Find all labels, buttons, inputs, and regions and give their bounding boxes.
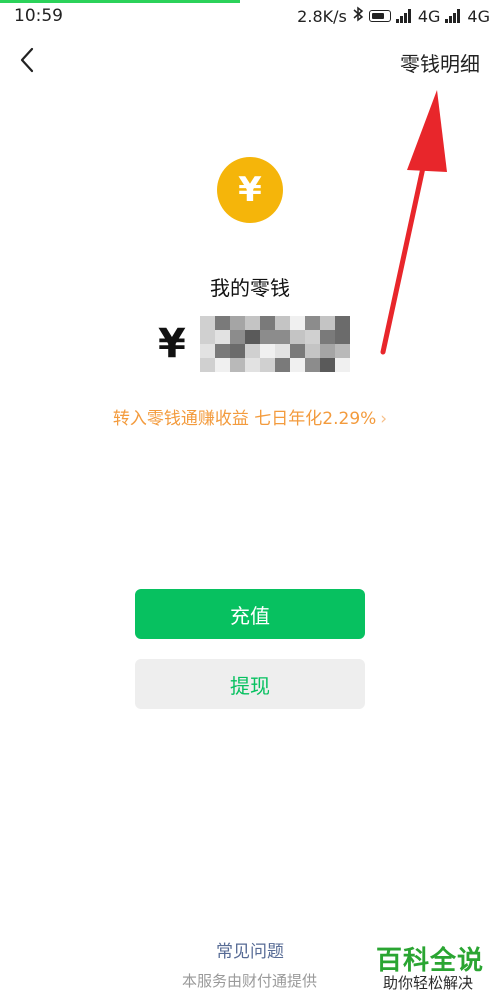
mosaic-cell: [304, 330, 320, 344]
pixelated-balance-value: [199, 316, 350, 372]
mosaic-cell: [334, 316, 350, 330]
signal-icon: [445, 9, 461, 23]
mosaic-cell: [274, 330, 290, 344]
change-pass-promo-link[interactable]: 转入零钱通赚收益 七日年化2.29% ›: [0, 404, 500, 429]
mosaic-cell: [199, 344, 215, 358]
network-speed: 2.8K/s: [297, 6, 347, 26]
annotation-arrow-icon: [380, 90, 447, 355]
mosaic-cell: [214, 358, 230, 372]
mosaic-cell: [259, 344, 275, 358]
mosaic-cell: [289, 344, 305, 358]
mosaic-cell: [229, 358, 245, 372]
yuan-icon: ¥: [238, 170, 262, 210]
mosaic-cell: [274, 316, 290, 330]
coin-icon: ¥: [217, 157, 283, 223]
mosaic-cell: [259, 358, 275, 372]
balance-amount: ¥: [158, 314, 350, 374]
mosaic-cell: [214, 330, 230, 344]
bluetooth-icon: [352, 6, 364, 26]
recharge-button[interactable]: 充值: [135, 589, 365, 639]
mosaic-cell: [289, 358, 305, 372]
signal-icon: [395, 9, 411, 23]
mosaic-cell: [229, 344, 245, 358]
mosaic-cell: [289, 316, 305, 330]
mosaic-cell: [319, 358, 335, 372]
promo-text: 转入零钱通赚收益 七日年化2.29%: [112, 409, 377, 429]
mosaic-cell: [319, 330, 335, 344]
mosaic-cell: [214, 316, 230, 330]
sim2-network-type: 4G: [467, 6, 490, 26]
mosaic-cell: [304, 344, 320, 358]
mosaic-cell: [244, 358, 260, 372]
mosaic-cell: [334, 344, 350, 358]
mosaic-cell: [304, 316, 320, 330]
balance-details-link[interactable]: 零钱明细: [400, 48, 480, 77]
mosaic-cell: [244, 316, 260, 330]
withdraw-button-label: 提现: [230, 673, 270, 698]
nav-bar: 零钱明细: [0, 40, 500, 84]
watermark-subtitle: 助你轻松解决: [383, 974, 474, 992]
mosaic-cell: [319, 316, 335, 330]
mosaic-cell: [214, 344, 230, 358]
mosaic-cell: [274, 358, 290, 372]
mosaic-cell: [334, 358, 350, 372]
mosaic-cell: [259, 330, 275, 344]
mosaic-cell: [289, 330, 305, 344]
status-indicators: 2.8K/s 4G 4G: [297, 6, 490, 26]
mosaic-cell: [274, 344, 290, 358]
mosaic-cell: [334, 330, 350, 344]
back-button[interactable]: [12, 42, 42, 78]
mosaic-cell: [199, 316, 215, 330]
mosaic-cell: [199, 358, 215, 372]
provider-note: 本服务由财付通提供: [182, 972, 318, 990]
mosaic-cell: [199, 330, 215, 344]
mosaic-cell: [244, 344, 260, 358]
status-time: 10:59: [14, 6, 63, 26]
status-bar: 10:59 2.8K/s 4G 4G: [0, 0, 500, 32]
sim1-network-type: 4G: [417, 6, 441, 26]
battery-icon: [368, 10, 391, 22]
chevron-right-icon: ›: [380, 409, 388, 429]
chevron-left-icon: [20, 47, 34, 73]
recharge-button-label: 充值: [230, 603, 270, 628]
balance-label: 我的零钱: [210, 276, 290, 300]
withdraw-button[interactable]: 提现: [135, 659, 365, 709]
mosaic-cell: [259, 316, 275, 330]
mosaic-cell: [304, 358, 320, 372]
mosaic-cell: [229, 316, 245, 330]
currency-symbol: ¥: [158, 321, 186, 367]
mosaic-cell: [229, 330, 245, 344]
mosaic-cell: [244, 330, 260, 344]
mosaic-cell: [319, 344, 335, 358]
